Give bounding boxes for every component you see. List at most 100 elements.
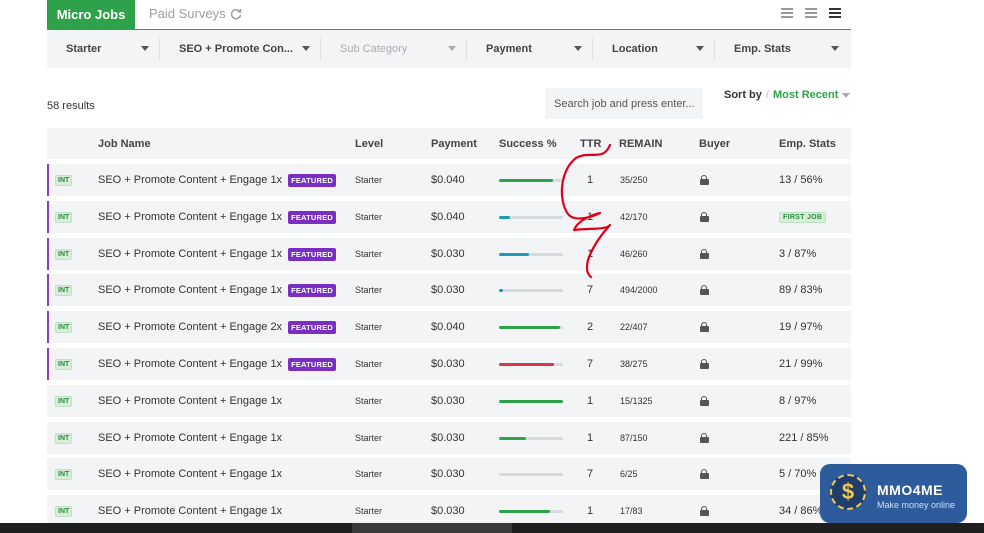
search-input[interactable] [545, 88, 703, 119]
filter-dropdown-4[interactable]: Location [593, 38, 715, 60]
filter-dropdown-3[interactable]: Payment [467, 38, 593, 60]
table-row[interactable]: INT SEO + Promote Content + Engage 1x Star… [47, 422, 851, 454]
chevron-down-icon [831, 46, 839, 51]
filter-dropdown-5[interactable]: Emp. Stats [715, 38, 849, 60]
table-row[interactable]: INT SEO + Promote Content + Engage 1x FEAT… [47, 274, 851, 306]
view-switcher [781, 8, 841, 18]
filter-label: Starter [66, 43, 102, 55]
int-badge-cell: INT [55, 164, 73, 196]
level-cell: Starter [355, 249, 383, 259]
view-compact-icon[interactable] [781, 8, 793, 18]
success-cell [499, 458, 563, 490]
lock-icon [700, 249, 709, 259]
lock-icon [700, 396, 709, 406]
col-job-name[interactable]: Job Name [98, 128, 151, 159]
job-name-link[interactable]: SEO + Promote Content + Engage 1x [98, 505, 282, 517]
emp-stats-cell: 221 / 85% [779, 432, 829, 444]
chevron-down-icon [448, 46, 456, 51]
success-progress-fill [499, 178, 553, 182]
ttr-cell: 7 [587, 284, 594, 296]
int-badge-cell: INT [55, 422, 73, 454]
tab-micro-jobs[interactable]: Micro Jobs [47, 0, 135, 29]
watermark-tagline: Make money online [877, 500, 956, 510]
job-name-link[interactable]: SEO + Promote Content + Engage 1x [98, 211, 282, 223]
table-row[interactable]: INT SEO + Promote Content + Engage 1x FEAT… [47, 348, 851, 380]
job-name-link[interactable]: SEO + Promote Content + Engage 1x [98, 358, 282, 370]
success-progress-fill [499, 252, 529, 256]
int-badge: INT [55, 174, 73, 186]
table-row[interactable]: INT SEO + Promote Content + Engage 2x FEAT… [47, 311, 851, 343]
success-progress-bar [499, 436, 563, 440]
job-name-cell: SEO + Promote Content + Engage 2x FEATURE… [98, 311, 336, 343]
job-name-cell: SEO + Promote Content + Engage 1x FEATURE… [98, 238, 336, 270]
lock-icon [700, 212, 709, 222]
int-badge-cell: INT [55, 348, 73, 380]
buyer-cell [700, 238, 709, 270]
chevron-down-icon [141, 46, 149, 51]
featured-badge: FEATURED [288, 247, 336, 261]
col-buyer[interactable]: Buyer [699, 128, 730, 159]
remain-cell: 15/1325 [620, 396, 653, 406]
ttr-cell: 7 [587, 468, 594, 480]
featured-badge: FEATURED [288, 173, 336, 187]
payment-cell: $0.040 [431, 211, 465, 223]
col-emp-stats[interactable]: Emp. Stats [779, 128, 836, 159]
payment-cell: $0.030 [431, 284, 465, 296]
table-row[interactable]: INT SEO + Promote Content + Engage 1x FEAT… [47, 201, 851, 233]
col-level[interactable]: Level [355, 128, 383, 159]
lock-icon [700, 506, 709, 516]
os-taskbar [0, 523, 984, 533]
int-badge-cell: INT [55, 385, 73, 417]
payment-cell: $0.030 [431, 468, 465, 480]
job-name-link[interactable]: SEO + Promote Content + Engage 1x [98, 284, 282, 296]
success-progress-bar [499, 215, 563, 219]
buyer-cell [700, 274, 709, 306]
col-remain[interactable]: REMAIN [619, 128, 662, 159]
dollar-coin-icon: $ [830, 474, 866, 510]
int-badge: INT [55, 284, 73, 296]
ttr-cell: 7 [587, 358, 594, 370]
chevron-down-icon [302, 46, 310, 51]
job-name-cell: SEO + Promote Content + Engage 1x [98, 422, 282, 454]
table-row[interactable]: INT SEO + Promote Content + Engage 1x Star… [47, 458, 851, 490]
job-name-link[interactable]: SEO + Promote Content + Engage 1x [98, 395, 282, 407]
job-name-link[interactable]: SEO + Promote Content + Engage 2x [98, 321, 282, 333]
ttr-cell: 1 [587, 432, 594, 444]
buyer-cell [700, 164, 709, 196]
ttr-cell: 1 [587, 395, 594, 407]
emp-stats-cell: 8 / 97% [779, 395, 817, 407]
col-success[interactable]: Success % [499, 128, 556, 159]
col-payment[interactable]: Payment [431, 128, 477, 159]
table-row[interactable]: INT SEO + Promote Content + Engage 1x FEAT… [47, 164, 851, 196]
featured-badge: FEATURED [288, 210, 336, 224]
view-detailed-icon[interactable] [829, 8, 841, 18]
int-badge-cell: INT [55, 238, 73, 270]
tab-paid-surveys[interactable]: Paid Surveys [149, 0, 242, 27]
filter-dropdown-2[interactable]: Sub Category [321, 38, 467, 60]
sort-value[interactable]: Most Recent [773, 89, 838, 101]
level-cell: Starter [355, 175, 383, 185]
job-name-link[interactable]: SEO + Promote Content + Engage 1x [98, 468, 282, 480]
buyer-cell [700, 348, 709, 380]
chevron-down-icon [696, 46, 704, 51]
sort-separator: / [765, 89, 769, 101]
ttr-cell: 1 [587, 211, 594, 223]
chevron-down-icon [574, 46, 582, 51]
filter-dropdown-1[interactable]: SEO + Promote Con... [160, 38, 321, 60]
remain-cell: 46/260 [620, 249, 648, 259]
payment-cell: $0.040 [431, 321, 465, 333]
lock-icon [700, 359, 709, 369]
view-list-icon[interactable] [805, 8, 817, 18]
table-row[interactable]: INT SEO + Promote Content + Engage 1x Star… [47, 385, 851, 417]
job-name-link[interactable]: SEO + Promote Content + Engage 1x [98, 248, 282, 260]
filter-dropdown-0[interactable]: Starter [47, 38, 160, 60]
int-badge-cell: INT [55, 311, 73, 343]
job-name-cell: SEO + Promote Content + Engage 1x [98, 385, 282, 417]
success-progress-fill [499, 325, 560, 329]
job-name-link[interactable]: SEO + Promote Content + Engage 1x [98, 174, 282, 186]
sort-control[interactable]: Sort by / Most Recent [724, 89, 851, 101]
job-name-link[interactable]: SEO + Promote Content + Engage 1x [98, 432, 282, 444]
table-row[interactable]: INT SEO + Promote Content + Engage 1x FEAT… [47, 238, 851, 270]
filter-label: SEO + Promote Con... [179, 43, 293, 55]
col-ttr[interactable]: TTR [580, 128, 601, 159]
